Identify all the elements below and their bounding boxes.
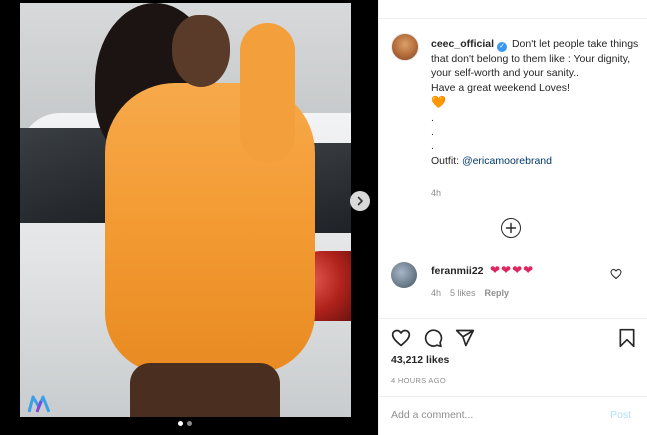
carousel-dot-active (178, 421, 183, 426)
carousel-indicator (178, 421, 192, 426)
photo-person-legs (130, 363, 280, 417)
comment-username[interactable]: feranmii22 (431, 265, 484, 277)
share-icon[interactable] (455, 328, 475, 348)
load-more-comments-button[interactable] (501, 218, 521, 238)
comment-time[interactable]: 4h (431, 288, 441, 298)
heart-icon[interactable] (391, 328, 411, 348)
comment-text: ❤❤❤❤ (490, 263, 535, 277)
bookmark-icon[interactable] (617, 328, 637, 348)
caption-time[interactable]: 4h (431, 188, 441, 198)
post-date[interactable]: 4 HOURS AGO (391, 376, 446, 385)
comment-icon[interactable] (423, 328, 443, 348)
verified-icon: ✓ (497, 42, 508, 52)
photo-person-arm (240, 23, 295, 163)
watermark-logo-icon (28, 395, 50, 413)
caption-username[interactable]: ceec_official (431, 38, 494, 50)
post-media (0, 0, 378, 435)
header-divider (379, 18, 647, 19)
plus-circle-icon (505, 222, 517, 234)
post-comment-button[interactable]: Post (610, 409, 631, 421)
comment-likes[interactable]: 5 likes (450, 288, 476, 298)
comment-like-heart-icon[interactable] (610, 268, 622, 280)
chevron-right-icon (357, 196, 363, 206)
caption-bullets: . . . (431, 111, 434, 153)
comment-item: feranmii22 ❤❤❤❤ 4h 5 likes Reply (391, 262, 641, 304)
comment-reply-button[interactable]: Reply (485, 288, 510, 298)
caption-text: ceec_official ✓ Don't let people take thi… (431, 37, 641, 168)
post-side-panel: ceec_official ✓ Don't let people take thi… (378, 0, 647, 435)
add-comment-divider (379, 396, 647, 397)
outfit-mention-link[interactable]: @ericamoorebrand (462, 155, 552, 167)
orange-heart-emoji: 🧡 (431, 95, 446, 110)
add-comment-input[interactable] (391, 403, 591, 427)
actions-divider (379, 318, 647, 319)
comment-avatar[interactable] (391, 262, 417, 288)
carousel-dot (187, 421, 192, 426)
post-actions (391, 328, 641, 350)
comment-meta: 4h 5 likes Reply (431, 288, 509, 298)
like-count[interactable]: 43,212 likes (391, 354, 449, 366)
photo-person-face (172, 15, 230, 87)
outfit-label: Outfit: (431, 154, 462, 167)
avatar[interactable] (391, 33, 419, 61)
post-photo[interactable] (20, 3, 351, 417)
carousel-next-button[interactable] (350, 191, 370, 211)
